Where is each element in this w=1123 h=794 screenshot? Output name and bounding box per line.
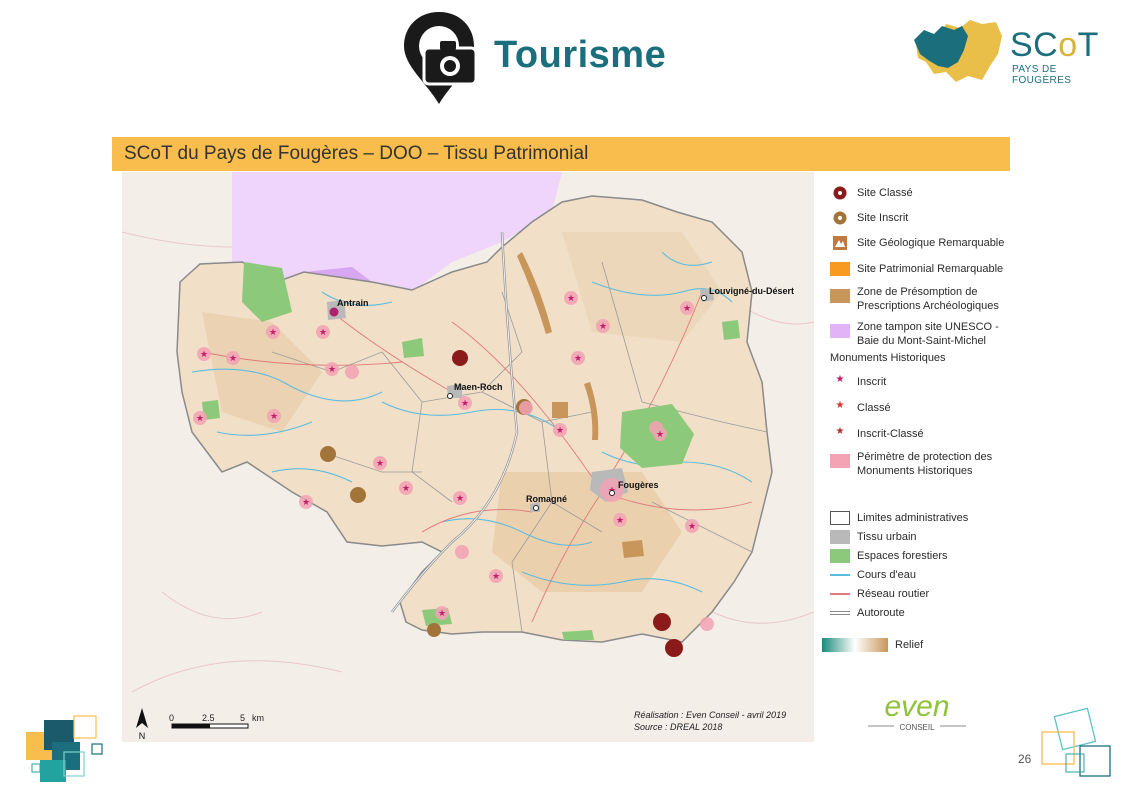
svg-text:★: ★ [402,484,410,494]
svg-text:★: ★ [656,430,664,440]
town-label: Maen-Roch [454,382,503,392]
region-map-logo-icon [914,20,1002,82]
relief-gradient [822,638,888,652]
scot-logo: SCoT PAYS DE FOUGÈRES [912,14,1102,86]
legend-heading-monuments: Monuments Historiques [830,352,946,364]
page-title: Tourisme [494,34,667,76]
legend-label: Site Patrimonial Remarquable [857,263,1004,275]
svg-text:★: ★ [328,365,336,375]
svg-text:★: ★ [269,328,277,338]
road-line [830,593,850,595]
site-inscrit-icon [833,211,847,225]
camera-pin-icon [404,12,478,104]
urban-swatch [830,530,850,544]
perimeter-swatch [830,454,850,468]
brand-name-end: T [1077,26,1099,64]
brand-name-start: SC [1010,26,1059,64]
header: Tourisme SCoT PAYS DE FOUGÈRES [0,0,1123,110]
svg-text:★: ★ [229,354,237,364]
svg-text:★: ★ [438,609,446,619]
svg-text:★: ★ [616,516,624,526]
svg-text:★: ★ [492,572,500,582]
star-icon: ★ [835,426,845,437]
star-icon: ★ [835,400,845,411]
geology-site-icon [833,236,847,250]
unesco-swatch [830,324,850,338]
boundary-swatch [830,511,850,525]
map-title-band: SCoT du Pays de Fougères – DOO – Tissu P… [112,137,1010,171]
legend-label: Inscrit-Classé [857,428,924,440]
legend-label: Réseau routier [857,588,930,600]
town-label: Antrain [337,298,369,308]
forest-swatch [830,549,850,563]
legend-label: Tissu urbain [857,531,917,543]
heritage-map: ★★ ★★ ★★ ★★ ★★ ★★ ★★ ★★ ★★ ★★ ★★ ★ Antra… [122,172,814,742]
legend-label: Autoroute [857,607,905,619]
svg-text:★: ★ [302,498,310,508]
svg-text:★: ★ [599,322,607,332]
decorative-squares-left [26,715,103,782]
legend-label: Baie du Mont-Saint-Michel [857,335,987,347]
legend-label: Périmètre de protection des [857,451,993,463]
brand-name-accent: o [1058,26,1078,64]
map-credits: Réalisation : Even Conseil - avril 2019 … [634,709,786,733]
legend-label: Cours d'eau [857,569,916,581]
page-number: 26 [1018,752,1032,766]
svg-text:★: ★ [196,414,204,424]
legend-label: Site Classé [857,187,913,199]
patrimonial-swatch [830,262,850,276]
archaeology-swatch [830,289,850,303]
legend-label: Zone de Présomption de [857,286,978,298]
svg-text:★: ★ [574,354,582,364]
town-label: Fougères [618,480,659,490]
legend-label: Relief [895,639,924,651]
water-line [830,574,850,576]
map-title: SCoT du Pays de Fougères – DOO – Tissu P… [124,143,589,164]
site-classe-icon [833,186,847,200]
logo-text: even [884,690,949,723]
even-conseil-logo: even CONSEIL [868,690,966,732]
town-label: Louvigné-du-Désert [709,286,794,296]
scale-unit: km [252,713,264,723]
svg-text:★: ★ [319,328,327,338]
svg-text:★: ★ [376,459,384,469]
svg-text:★: ★ [461,399,469,409]
map-canvas: ★★ ★★ ★★ ★★ ★★ ★★ ★★ ★★ ★★ ★★ ★★ ★ Antra… [122,172,814,742]
svg-text:★: ★ [556,426,564,436]
scale-end: 5 [240,713,246,723]
svg-text:★: ★ [683,304,691,314]
logo-subtext: CONSEIL [899,723,935,732]
motorway-line [830,611,850,615]
svg-text:★: ★ [200,350,208,360]
legend-label: Site Géologique Remarquable [857,237,1005,249]
svg-text:★: ★ [688,522,696,532]
legend-label: Site Inscrit [857,212,909,224]
legend-label: Monuments Historiques [857,465,973,477]
svg-text:★: ★ [567,294,575,304]
legend-label: Espaces forestiers [857,550,948,562]
town-label: Romagné [526,494,567,504]
legend-label: Zone tampon site UNESCO - [857,321,999,333]
star-icon: ★ [835,374,845,385]
credit-line-2: Source : DREAL 2018 [634,722,723,732]
brand-subtitle: PAYS DE FOUGÈRES [1012,64,1072,86]
legend-label: Limites administratives [857,512,969,524]
brand-name: SCoT [1010,26,1099,65]
scale-zero: 0 [169,713,175,723]
svg-text:★: ★ [456,494,464,504]
legend-label: Classé [857,402,891,414]
svg-text:★: ★ [270,412,278,422]
decorative-squares-right [1041,708,1111,777]
legend-label: Inscrit [857,376,887,388]
legend-label: Prescriptions Archéologiques [857,300,999,312]
credit-line-1: Réalisation : Even Conseil - avril 2019 [634,710,787,720]
north-label: N [139,731,146,741]
scale-mid: 2.5 [202,713,215,723]
